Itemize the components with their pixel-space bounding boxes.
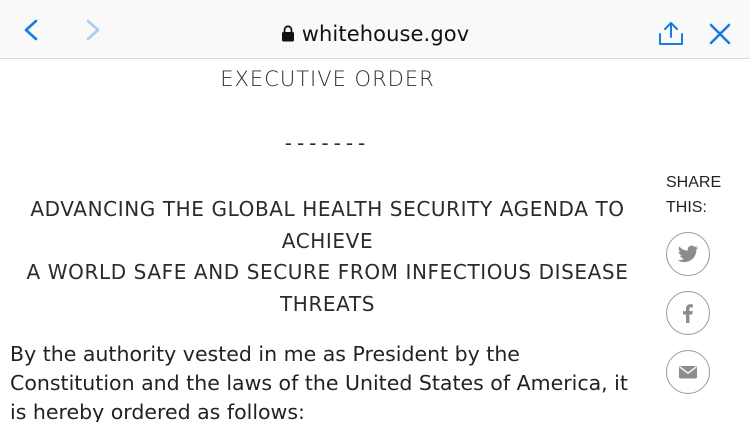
share-twitter-button[interactable] (666, 232, 710, 276)
order-body: By the authority vested in me as Preside… (10, 340, 650, 422)
section-divider: ------- (284, 131, 371, 155)
twitter-icon (677, 245, 699, 263)
order-type-heading: EXECUTIVE ORDER (220, 67, 435, 91)
body-line: By the authority vested in me as Preside… (10, 342, 520, 366)
email-icon (679, 366, 697, 379)
share-facebook-button[interactable] (666, 291, 710, 335)
url-text: whitehouse.gov (301, 22, 470, 46)
share-label-line: SHARE (666, 174, 722, 191)
title-line: ACHIEVE (281, 228, 374, 253)
title-line: ADVANCING THE GLOBAL HEALTH SECURITY AGE… (30, 197, 625, 221)
browser-page: whitehouse.gov EXECUTIVE ORDER ------- A… (0, 0, 750, 422)
lock-icon (281, 24, 294, 41)
share-label: SHARE THIS: (666, 170, 736, 220)
facebook-icon (683, 304, 693, 323)
address-bar[interactable]: whitehouse.gov (0, 22, 750, 52)
share-email-button[interactable] (666, 350, 710, 394)
title-line: A WORLD SAFE AND SECURE FROM INFECTIOUS … (26, 260, 629, 284)
body-line: is hereby ordered as follows: (10, 400, 305, 422)
browser-toolbar: whitehouse.gov (0, 0, 750, 59)
body-line: Constitution and the laws of the United … (10, 371, 628, 395)
share-label-line: THIS: (666, 199, 707, 216)
title-line: THREATS (279, 291, 376, 316)
share-icon[interactable] (656, 18, 686, 48)
close-icon[interactable] (708, 22, 732, 46)
order-title: ADVANCING THE GLOBAL HEALTH SECURITY AGE… (0, 194, 655, 320)
